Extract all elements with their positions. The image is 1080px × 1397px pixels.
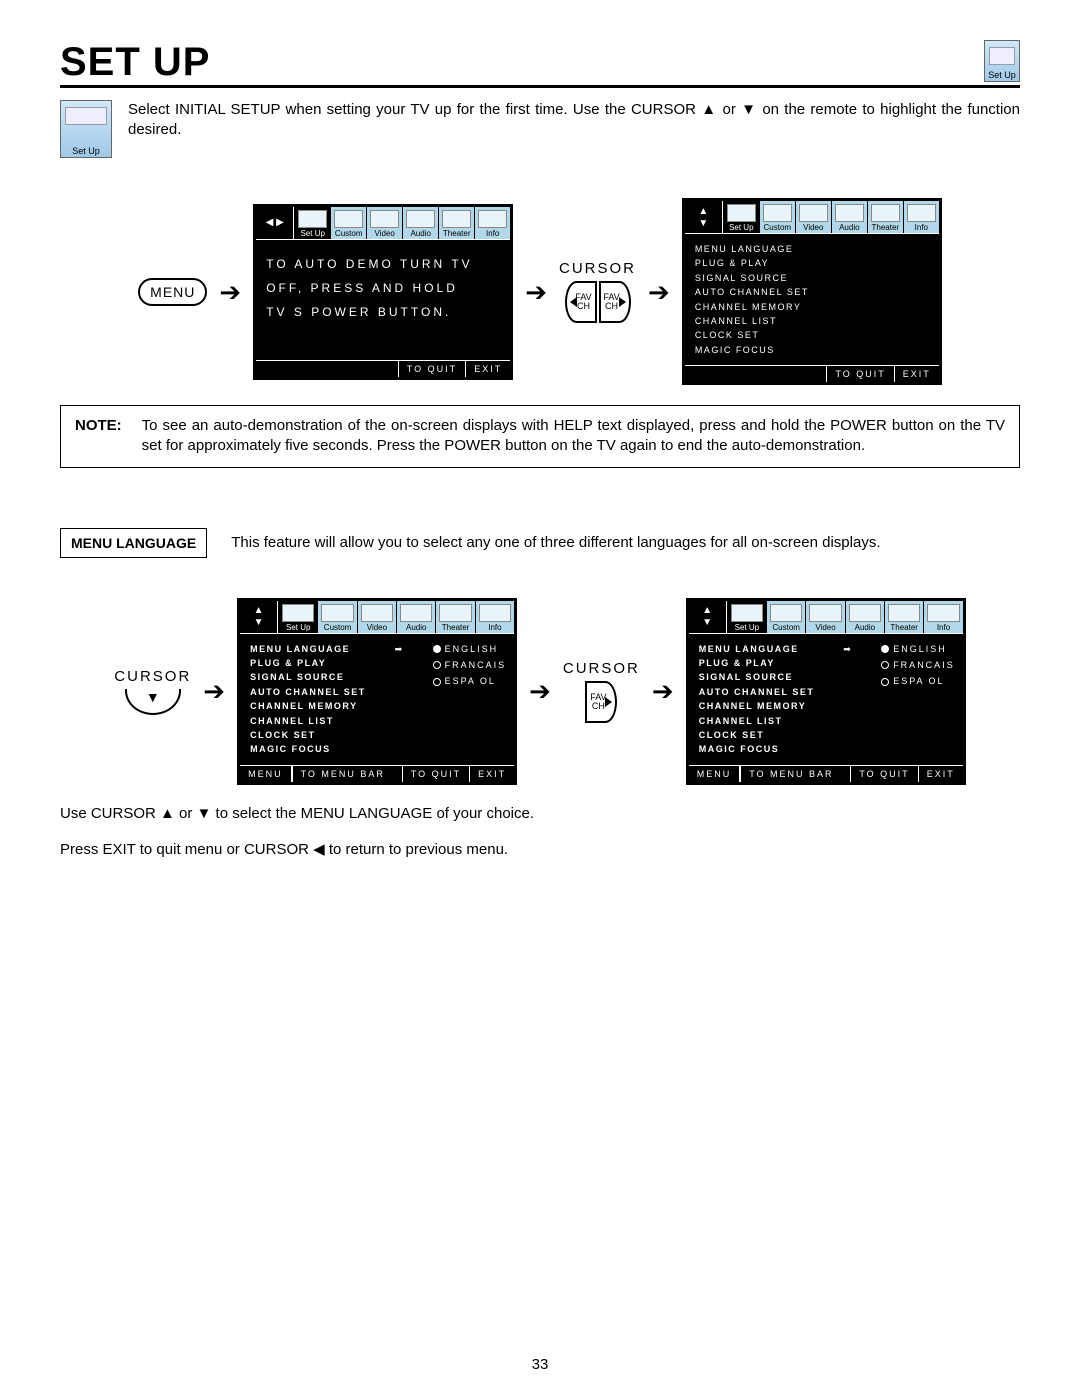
menu-list: MENU LANGUAGE PLUG & PLAY SIGNAL SOURCE … — [699, 642, 815, 757]
tab-audio: Audio — [396, 601, 435, 633]
setup-icon-inline: Set Up — [60, 100, 112, 158]
screen-body: MENU LANGUAGE PLUG & PLAY SIGNAL SOURCE … — [689, 634, 963, 765]
tab-setup: Set Up — [727, 601, 766, 633]
tab-video: Video — [366, 207, 402, 239]
screen-body: TO AUTO DEMO TURN TV OFF, PRESS AND HOLD… — [256, 240, 510, 360]
menu-list: MENU LANGUAGE PLUG & PLAY SIGNAL SOURCE … — [250, 642, 366, 757]
tab-audio: Audio — [845, 601, 884, 633]
nav-arrows-icon: ▲▼ — [240, 601, 278, 633]
menu-button[interactable]: MENU — [138, 278, 207, 306]
screen-footer: MENU TO MENU BAR TO QUIT EXIT — [689, 765, 963, 782]
nav-arrows-icon: ◀ ▶ — [256, 207, 294, 239]
arrow-icon: ➔ — [648, 279, 670, 305]
intro-row: Set Up Select INITIAL SETUP when setting… — [60, 100, 1020, 158]
screen-footer: . TO QUIT EXIT — [256, 360, 510, 377]
page-title: SET UP — [60, 40, 210, 85]
tv-screen-auto-demo: ◀ ▶ Set Up Custom Video Audio Theater In… — [253, 204, 513, 380]
menu-bar: ▲▼ Set Up Custom Video Audio Theater Inf… — [685, 201, 939, 234]
menu-language-section-header: MENU LANGUAGE This feature will allow yo… — [60, 528, 1020, 558]
section-tag: MENU LANGUAGE — [60, 528, 207, 558]
tab-setup: Set Up — [294, 207, 330, 239]
language-options: ENGLISH FRANCAIS ESPA OL — [881, 642, 955, 757]
tab-video: Video — [795, 201, 831, 233]
tab-video: Video — [357, 601, 396, 633]
tab-custom: Custom — [330, 207, 366, 239]
cursor-fav-right-group: CURSOR FAV CH — [563, 660, 640, 723]
tab-custom: Custom — [317, 601, 356, 633]
nav-arrows-icon: ▲▼ — [689, 601, 727, 633]
tab-custom: Custom — [766, 601, 805, 633]
cursor-fav-group: CURSOR FAV CH FAV CH — [559, 260, 636, 323]
note-box: NOTE: To see an auto-demonstration of th… — [60, 405, 1020, 468]
screen-body: MENU LANGUAGE PLUG & PLAY SIGNAL SOURCE … — [240, 634, 514, 765]
tab-info: Info — [923, 601, 962, 633]
section-description: This feature will allow you to select an… — [231, 534, 1020, 551]
tab-info: Info — [475, 601, 514, 633]
tab-audio: Audio — [402, 207, 438, 239]
tab-theater: Theater — [435, 601, 474, 633]
tab-video: Video — [805, 601, 844, 633]
language-options: ENGLISH FRANCAIS ESPA OL — [433, 642, 507, 757]
nav-arrows-icon: ▲▼ — [685, 201, 723, 233]
diagram-row-1: MENU ➔ ◀ ▶ Set Up Custom Video Audio The… — [60, 198, 1020, 385]
screen-footer: . TO QUIT EXIT — [685, 365, 939, 382]
arrow-icon: ➔ — [525, 279, 547, 305]
radio-icon — [433, 678, 441, 686]
menu-bar: ▲▼ Set Up Custom Video Audio Theater Inf… — [240, 601, 514, 634]
arrow-icon: ➔ — [219, 279, 241, 305]
tab-setup: Set Up — [723, 201, 759, 233]
radio-icon — [433, 661, 441, 669]
instruction-1: Use CURSOR ▲ or ▼ to select the MENU LAN… — [60, 805, 1020, 822]
tab-setup: Set Up — [278, 601, 317, 633]
fav-ch-left-button[interactable]: FAV CH — [565, 281, 597, 323]
tab-audio: Audio — [831, 201, 867, 233]
cursor-down-button[interactable]: ▼ — [125, 689, 181, 715]
menu-bar: ▲▼ Set Up Custom Video Audio Theater Inf… — [689, 601, 963, 634]
tab-theater: Theater — [867, 201, 903, 233]
diagram-row-2: CURSOR ▼ ➔ ▲▼ Set Up Custom Video Audio … — [60, 598, 1020, 785]
arrow-icon: ➔ — [203, 678, 225, 704]
note-text: To see an auto-demonstration of the on-s… — [142, 416, 1005, 457]
arrow-icon: ➔ — [652, 678, 674, 704]
radio-icon — [881, 678, 889, 686]
radio-selected-icon — [881, 645, 889, 653]
fav-ch-right-button[interactable]: FAV CH — [599, 281, 631, 323]
screen-body: MENU LANGUAGE PLUG & PLAY SIGNAL SOURCE … — [685, 234, 939, 365]
tab-theater: Theater — [438, 207, 474, 239]
screen-footer: MENU TO MENU BAR TO QUIT EXIT — [240, 765, 514, 782]
arrow-icon: ➔ — [529, 678, 551, 704]
manual-page: SET UP Set Up Set Up Select INITIAL SETU… — [0, 0, 1080, 1397]
radio-icon — [881, 661, 889, 669]
tv-screen-lang-select-1: ▲▼ Set Up Custom Video Audio Theater Inf… — [237, 598, 517, 785]
tv-screen-lang-select-2: ▲▼ Set Up Custom Video Audio Theater Inf… — [686, 598, 966, 785]
setup-icon-top-right: Set Up — [984, 40, 1020, 82]
menu-bar: ◀ ▶ Set Up Custom Video Audio Theater In… — [256, 207, 510, 240]
tab-info: Info — [474, 207, 510, 239]
tab-theater: Theater — [884, 601, 923, 633]
tv-screen-setup-list: ▲▼ Set Up Custom Video Audio Theater Inf… — [682, 198, 942, 385]
intro-text: Select INITIAL SETUP when setting your T… — [128, 100, 1020, 141]
cursor-down-group: CURSOR ▼ — [114, 668, 191, 715]
tab-custom: Custom — [759, 201, 795, 233]
title-row: SET UP Set Up — [60, 40, 1020, 88]
page-number: 33 — [0, 1356, 1080, 1373]
instruction-2: Press EXIT to quit menu or CURSOR ◀ to r… — [60, 840, 1020, 858]
tab-info: Info — [903, 201, 939, 233]
note-label: NOTE: — [75, 416, 122, 457]
radio-selected-icon — [433, 645, 441, 653]
fav-ch-right-button[interactable]: FAV CH — [585, 681, 617, 723]
